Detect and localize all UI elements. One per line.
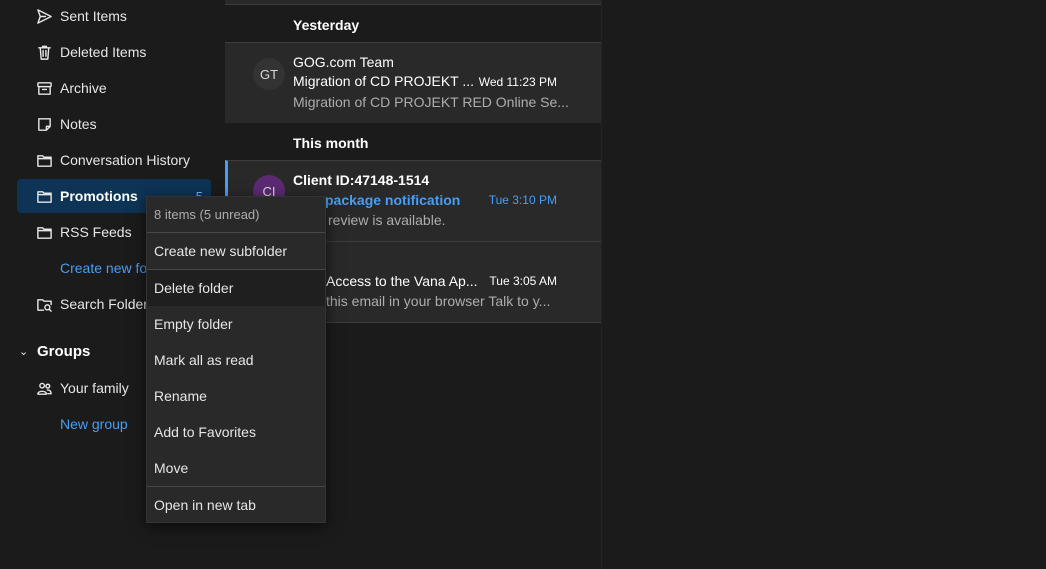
nav-item-label: Deleted Items bbox=[60, 44, 147, 60]
people-icon bbox=[35, 379, 53, 397]
nav-item-label: Archive bbox=[60, 80, 107, 96]
groups-header[interactable]: ⌄ Groups bbox=[17, 339, 90, 363]
groups-label: Groups bbox=[37, 342, 91, 360]
create-new-folder-link[interactable]: Create new fo bbox=[60, 260, 147, 276]
new-group-link[interactable]: New group bbox=[60, 416, 128, 432]
menu-item-create-subfolder[interactable]: Create new subfolder bbox=[147, 233, 325, 269]
nav-item-label: Conversation History bbox=[60, 152, 190, 168]
message-time: Tue 3:10 PM bbox=[488, 193, 557, 207]
nav-item-archive[interactable]: Archive bbox=[17, 71, 211, 105]
message-subject: Access to the Vana Ap... bbox=[326, 273, 478, 289]
nav-item-label: Sent Items bbox=[60, 8, 127, 24]
section-header-yesterday: Yesterday bbox=[293, 17, 360, 33]
message-preview: Migration of CD PROJEKT RED Online Se... bbox=[293, 94, 569, 110]
folder-icon bbox=[35, 187, 53, 205]
menu-item-delete-folder[interactable]: Delete folder bbox=[147, 270, 325, 306]
message-time: Wed 11:23 PM bbox=[478, 75, 557, 89]
nav-item-label: Search Folders bbox=[60, 296, 155, 312]
avatar: GT bbox=[253, 58, 285, 90]
message-sender: Client ID:47148-1514 bbox=[293, 172, 430, 188]
message-preview: review is available. bbox=[328, 212, 446, 228]
menu-item-rename[interactable]: Rename bbox=[147, 378, 325, 414]
trash-icon bbox=[35, 43, 53, 61]
message-preview: this email in your browser Talk to y... bbox=[326, 293, 551, 309]
nav-item-label: Notes bbox=[60, 116, 97, 132]
menu-item-add-to-favorites[interactable]: Add to Favorites bbox=[147, 414, 325, 450]
note-icon bbox=[35, 115, 53, 133]
search-folder-icon bbox=[35, 295, 53, 313]
nav-item-notes[interactable]: Notes bbox=[17, 107, 211, 141]
menu-item-open-in-new-tab[interactable]: Open in new tab bbox=[147, 487, 325, 523]
archive-icon bbox=[35, 79, 53, 97]
message-subject: Migration of CD PROJEKT ... bbox=[293, 73, 475, 89]
nav-item-label: Promotions bbox=[60, 188, 138, 204]
message-sender: GOG.com Team bbox=[293, 54, 394, 70]
reading-pane bbox=[601, 0, 1046, 569]
folder-context-menu: 8 items (5 unread) Create new subfolder … bbox=[146, 196, 326, 523]
message-time: Tue 3:05 AM bbox=[489, 274, 557, 288]
message-item[interactable]: GT GOG.com Team Migration of CD PROJEKT … bbox=[225, 42, 601, 123]
chevron-down-icon: ⌄ bbox=[19, 345, 29, 358]
section-header-this-month: This month bbox=[293, 135, 369, 151]
nav-item-sent-items[interactable]: Sent Items bbox=[17, 0, 211, 33]
nav-item-deleted-items[interactable]: Deleted Items bbox=[17, 35, 211, 69]
previous-message-edge bbox=[225, 0, 601, 5]
nav-item-label: Your family bbox=[60, 380, 129, 396]
message-subject: package notification bbox=[325, 192, 461, 208]
send-icon bbox=[35, 7, 53, 25]
nav-item-label: RSS Feeds bbox=[60, 224, 132, 240]
nav-item-conversation-history[interactable]: Conversation History bbox=[17, 143, 211, 177]
menu-item-move[interactable]: Move bbox=[147, 450, 325, 486]
menu-item-empty-folder[interactable]: Empty folder bbox=[147, 306, 325, 342]
folder-icon bbox=[35, 151, 53, 169]
folder-icon bbox=[35, 223, 53, 241]
menu-item-mark-all-read[interactable]: Mark all as read bbox=[147, 342, 325, 378]
folder-item-count: 8 items (5 unread) bbox=[154, 207, 260, 222]
